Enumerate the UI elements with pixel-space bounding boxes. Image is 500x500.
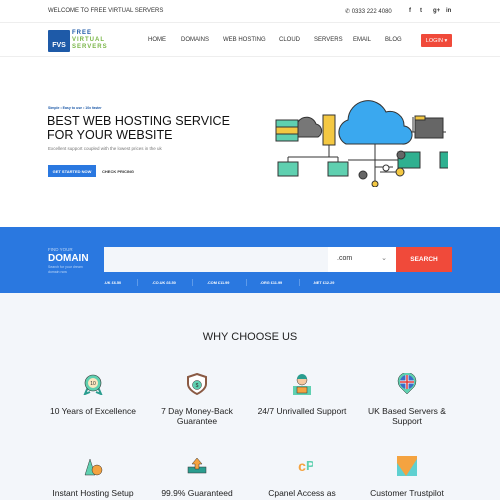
rocket-icon bbox=[84, 458, 103, 476]
phone-number[interactable]: ✆ 0333 222 4080 bbox=[345, 8, 392, 15]
logo-mark[interactable]: FVS bbox=[48, 30, 70, 52]
tld-price: .COM £11.99 bbox=[207, 281, 230, 285]
twitter-icon[interactable]: t bbox=[420, 8, 422, 14]
check-pricing-link[interactable]: CHECK PRICING bbox=[102, 169, 134, 174]
domain-subtitle: Search for your dream domain now bbox=[48, 265, 83, 274]
svg-text:P: P bbox=[306, 458, 313, 473]
award-badge-icon: 10 bbox=[83, 374, 103, 396]
feature-label: 7 Day Money-Back Guarantee bbox=[161, 406, 233, 426]
trustpilot-icon bbox=[397, 456, 417, 476]
tld-selected-value: .com bbox=[337, 255, 353, 262]
feature-item: 99.9% Guaranteed bbox=[142, 455, 252, 498]
divider bbox=[246, 279, 247, 286]
feature-label: 10 Years of Excellence bbox=[49, 406, 136, 416]
feature-item: Instant Hosting Setup bbox=[38, 455, 148, 498]
welcome-text: WELCOME TO FREE VIRTUAL SERVERS bbox=[48, 8, 164, 14]
main-nav: FVS FREE VIRTUAL SERVERS HOME DOMAINS WE… bbox=[0, 22, 500, 57]
tld-price: .CO.UK £6.50 bbox=[152, 281, 176, 285]
login-button[interactable]: LOGIN ▾ bbox=[421, 34, 452, 47]
feature-label: 99.9% Guaranteed bbox=[161, 488, 233, 498]
tld-price: .UK £6.50 bbox=[104, 281, 122, 285]
nav-email[interactable]: EMAIL bbox=[353, 37, 371, 43]
facebook-icon[interactable]: f bbox=[409, 8, 411, 14]
hero-title: BEST WEB HOSTING SERVICE FOR YOUR WEBSIT… bbox=[47, 114, 230, 142]
nav-web-hosting[interactable]: WEB HOSTING bbox=[223, 37, 266, 43]
logo-line: FREE bbox=[72, 30, 93, 36]
get-started-button[interactable]: GET STARTED NOW bbox=[48, 165, 96, 177]
tld-price: .ORG £11.99 bbox=[260, 281, 283, 285]
feature-item: Customer Trustpilot bbox=[352, 455, 462, 498]
logo-text[interactable]: FREE VIRTUAL SERVERS bbox=[72, 30, 108, 51]
domain-heading: DOMAIN bbox=[48, 253, 89, 264]
find-your-label: FIND YOUR bbox=[48, 247, 73, 252]
divider bbox=[299, 279, 300, 286]
cpanel-icon: cP bbox=[298, 458, 315, 474]
phone-text: 0333 222 4080 bbox=[351, 9, 392, 15]
nav-home[interactable]: HOME bbox=[148, 37, 166, 43]
feature-label: Instant Hosting Setup bbox=[52, 488, 134, 498]
svg-text:10: 10 bbox=[90, 381, 96, 387]
hero-subtitle: Excellent support coupled with the lowes… bbox=[48, 146, 162, 151]
feature-item: 10 10 Years of Excellence bbox=[38, 373, 148, 416]
feature-item: $ 7 Day Money-Back Guarantee bbox=[142, 372, 252, 426]
money-shield-icon: $ bbox=[187, 372, 207, 396]
svg-text:$: $ bbox=[196, 383, 199, 389]
top-bar: WELCOME TO FREE VIRTUAL SERVERS ✆ 0333 2… bbox=[0, 0, 500, 22]
feature-label: 24/7 Unrivalled Support bbox=[257, 406, 347, 416]
nav-blog[interactable]: BLOG bbox=[385, 37, 402, 43]
support-agent-icon bbox=[293, 374, 311, 395]
divider bbox=[137, 279, 138, 286]
logo-line: VIRTUAL bbox=[72, 37, 105, 43]
domain-search-input[interactable] bbox=[104, 247, 328, 272]
tld-price: .NET £12.29 bbox=[313, 281, 335, 285]
nav-cloud[interactable]: CLOUD bbox=[279, 37, 300, 43]
feature-label: Customer Trustpilot bbox=[370, 488, 444, 498]
hero-tags: Simple • Easy to use • 10x faster bbox=[48, 106, 102, 110]
linkedin-icon[interactable]: in bbox=[446, 8, 451, 14]
phone-icon: ✆ bbox=[345, 9, 352, 15]
feature-item: 24/7 Unrivalled Support bbox=[247, 373, 357, 416]
uptime-upload-icon bbox=[187, 457, 207, 474]
google-plus-icon[interactable]: g+ bbox=[433, 8, 440, 14]
feature-label: UK Based Servers & Support bbox=[368, 406, 446, 426]
domain-search-button[interactable]: SEARCH bbox=[396, 247, 452, 272]
cloud-network-illustration bbox=[275, 100, 448, 187]
chevron-down-icon: ⌄ bbox=[381, 255, 387, 262]
nav-servers[interactable]: SERVERS bbox=[314, 37, 343, 43]
uk-flag-pin-icon bbox=[397, 372, 417, 395]
divider bbox=[192, 279, 193, 286]
logo-line: SERVERS bbox=[72, 44, 108, 50]
feature-item: cP Cpanel Access as bbox=[247, 455, 357, 498]
svg-text:c: c bbox=[298, 458, 306, 474]
nav-domains[interactable]: DOMAINS bbox=[181, 37, 209, 43]
why-choose-title: WHY CHOOSE US bbox=[202, 331, 298, 343]
feature-item: UK Based Servers & Support bbox=[352, 372, 462, 426]
feature-label: Cpanel Access as bbox=[268, 488, 336, 498]
tld-select[interactable]: .com ⌄ bbox=[328, 247, 396, 272]
